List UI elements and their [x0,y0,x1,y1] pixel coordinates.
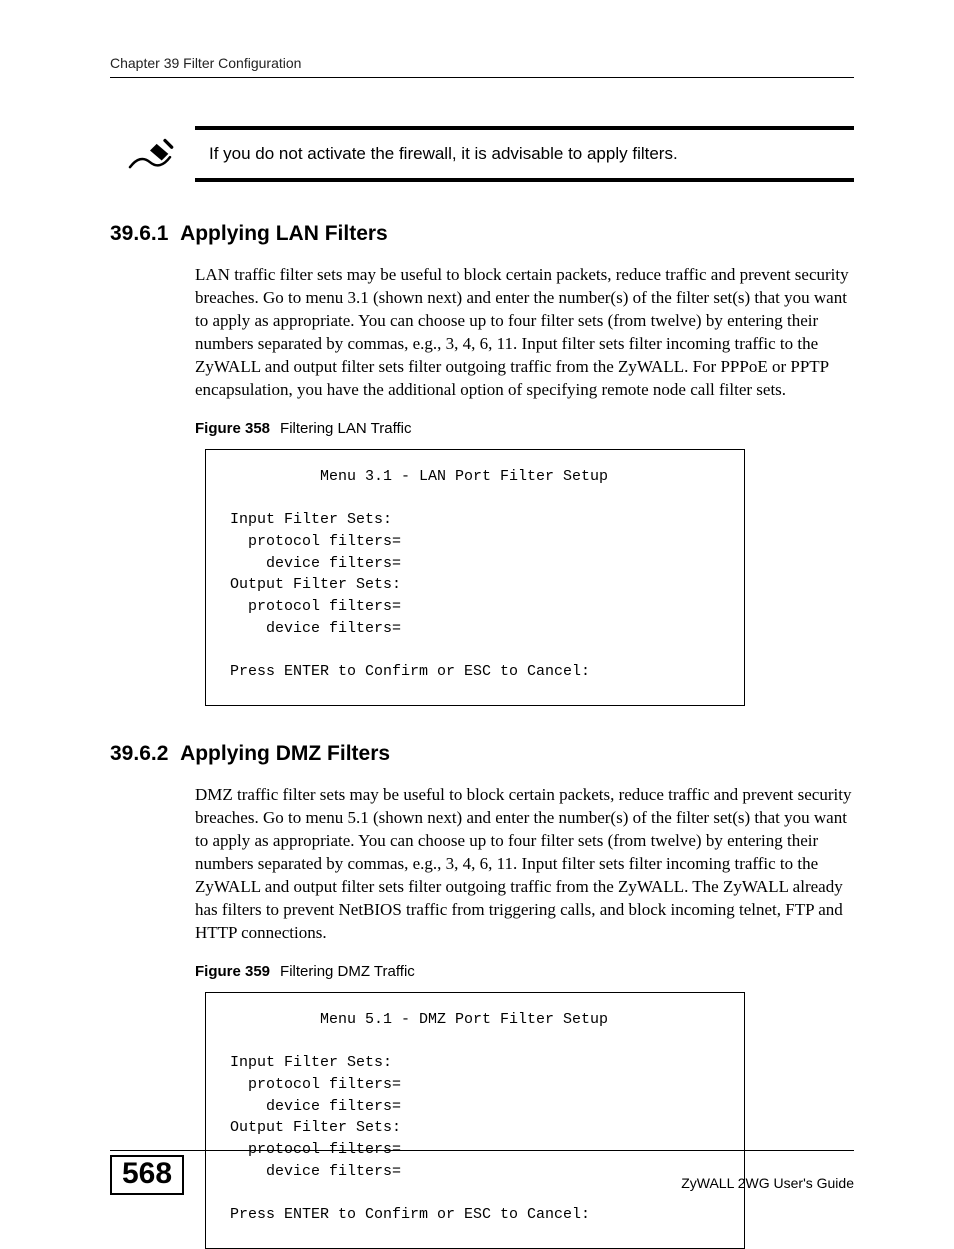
figure-title: Filtering LAN Traffic [280,420,411,437]
terminal-dmz-filter-setup: Menu 5.1 - DMZ Port Filter Setup Input F… [205,992,745,1249]
page-number: 568 [110,1155,184,1195]
terminal-text: Menu 3.1 - LAN Port Filter Setup Input F… [230,466,720,684]
section-heading-dmz-filters: 39.6.2 Applying DMZ Filters [110,742,854,766]
figure-label: Figure 359 [195,963,270,980]
section-title: Applying DMZ Filters [180,742,390,765]
figure-label: Figure 358 [195,420,270,437]
footer-row: 568 ZyWALL 2WG User's Guide [110,1155,854,1195]
terminal-lan-filter-setup: Menu 3.1 - LAN Port Filter Setup Input F… [205,449,745,707]
figure-caption-359: Figure 359 Filtering DMZ Traffic [195,963,854,980]
body-paragraph: DMZ traffic filter sets may be useful to… [195,784,854,945]
note-callout: If you do not activate the firewall, it … [195,126,854,182]
figure-caption-358: Figure 358 Filtering LAN Traffic [195,420,854,437]
section-heading-lan-filters: 39.6.1 Applying LAN Filters [110,222,854,246]
figure-title: Filtering DMZ Traffic [280,963,415,980]
running-head: Chapter 39 Filter Configuration [110,55,854,78]
section-number: 39.6.2 [110,742,168,765]
page-footer: 568 ZyWALL 2WG User's Guide [110,1150,854,1195]
section-number: 39.6.1 [110,222,168,245]
page: Chapter 39 Filter Configuration If you d… [0,0,954,1235]
note-text: If you do not activate the firewall, it … [209,144,678,163]
footer-rule [110,1150,854,1151]
section-title: Applying LAN Filters [180,222,388,245]
guide-title: ZyWALL 2WG User's Guide [681,1175,854,1195]
handwriting-note-icon [125,136,175,180]
body-paragraph: LAN traffic filter sets may be useful to… [195,264,854,402]
